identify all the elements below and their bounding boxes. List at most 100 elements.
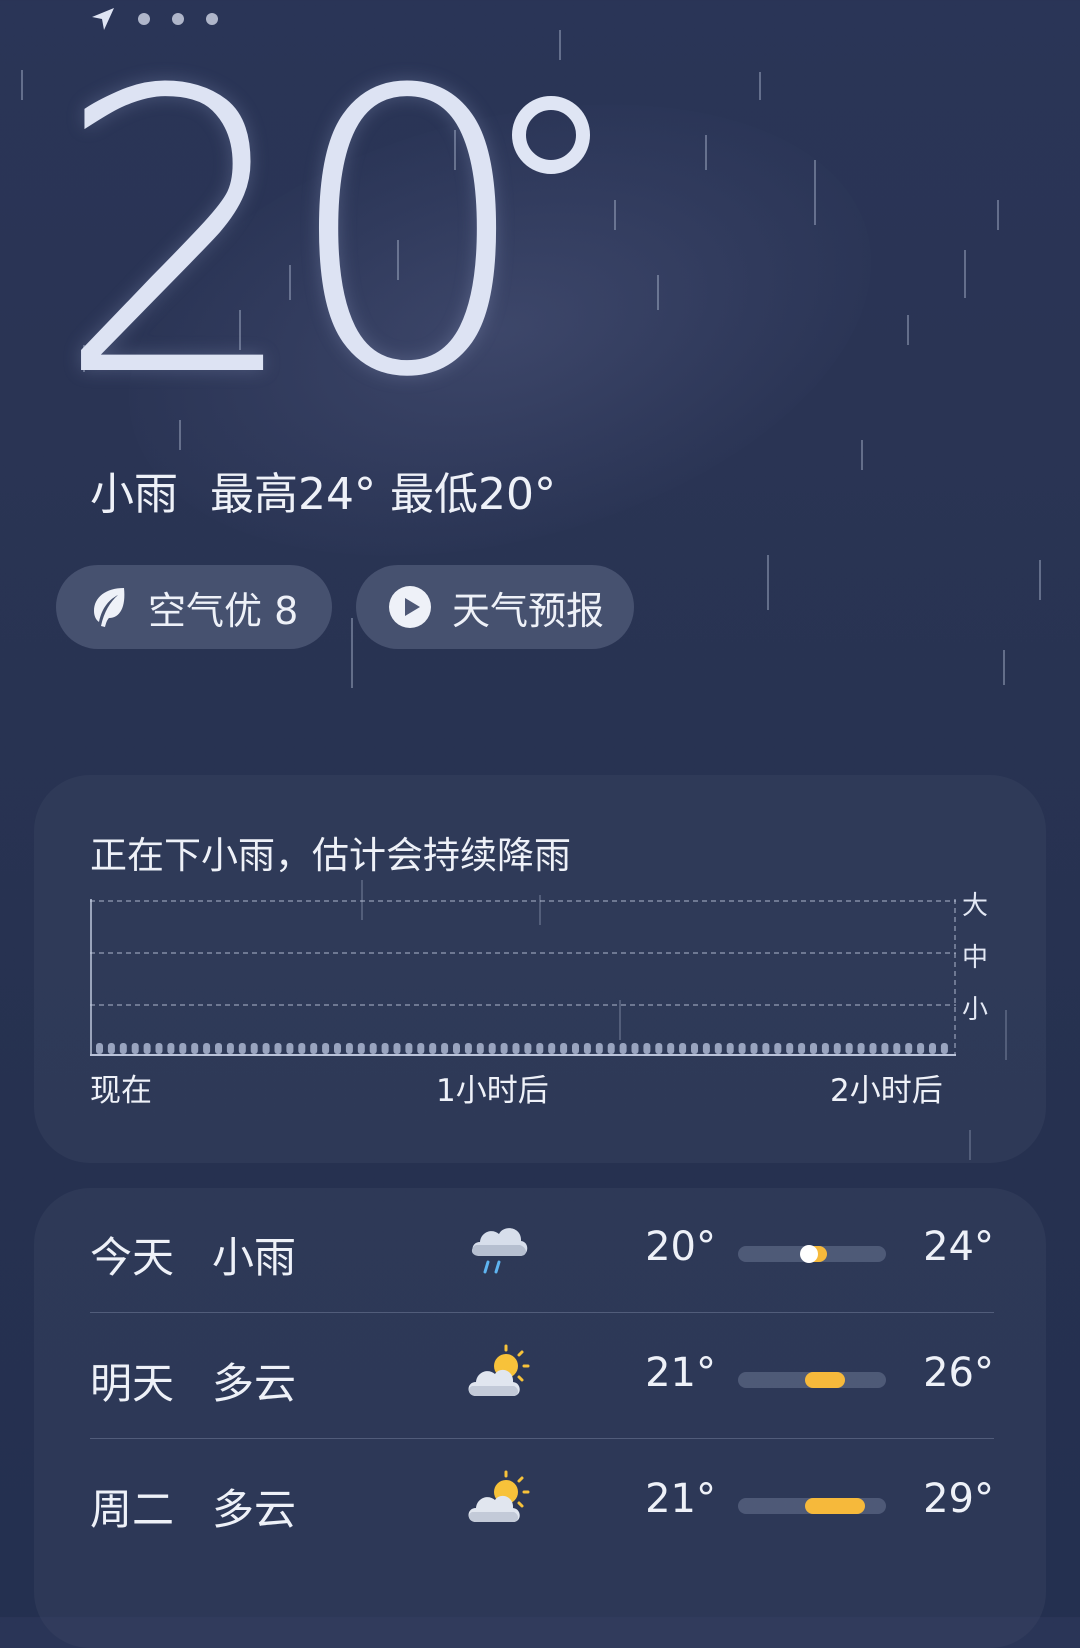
- precipitation-bar: [583, 1043, 591, 1054]
- precipitation-bar: [845, 1043, 853, 1054]
- precipitation-bar: [560, 1043, 568, 1054]
- temperature-range-fill: [804, 1372, 845, 1388]
- precipitation-bar: [476, 1043, 484, 1054]
- air-quality-label: 空气优 8: [148, 588, 299, 633]
- precipitation-bar: [631, 1043, 639, 1054]
- today-high-low: 最高24° 最低20°: [210, 469, 556, 520]
- precipitation-bar: [334, 1043, 341, 1054]
- forecast-day: 明天: [90, 1359, 175, 1408]
- precipitation-bar: [488, 1043, 496, 1054]
- precipitation-bar: [810, 1043, 817, 1054]
- precipitation-bar: [429, 1043, 437, 1054]
- precipitation-bar: [274, 1043, 282, 1054]
- play-icon: [388, 585, 432, 629]
- precipitation-bar: [869, 1043, 877, 1054]
- forecast-day: 周二: [90, 1485, 175, 1534]
- level-moderate: 中: [962, 943, 989, 973]
- forecast-low: 21°: [645, 1476, 716, 1522]
- weather-forecast-chip[interactable]: 天气预报: [356, 565, 634, 649]
- precipitation-bar: [917, 1043, 925, 1054]
- precipitation-chart: [90, 899, 956, 1056]
- precipitation-bar: [857, 1043, 865, 1054]
- precipitation-bar: [929, 1043, 936, 1054]
- forecast-low: 20°: [645, 1224, 716, 1270]
- precipitation-bar: [548, 1043, 556, 1054]
- time-1h: 1小时后: [436, 1073, 549, 1109]
- row-divider: [90, 1438, 994, 1439]
- precipitation-bar: [250, 1043, 258, 1054]
- forecast-low: 21°: [645, 1350, 716, 1396]
- weather-forecast-label: 天气预报: [452, 588, 605, 633]
- precipitation-bar: [393, 1043, 401, 1054]
- forecast-day: 今天: [90, 1233, 175, 1282]
- precipitation-bar: [179, 1043, 187, 1054]
- precipitation-bar: [381, 1043, 389, 1054]
- precipitation-bar: [286, 1043, 294, 1054]
- precipitation-bar: [310, 1043, 318, 1054]
- precipitation-bar: [167, 1043, 175, 1054]
- precipitation-bar: [119, 1043, 127, 1054]
- precipitation-bar: [821, 1043, 829, 1054]
- time-now: 现在: [90, 1073, 152, 1109]
- precipitation-bar: [500, 1043, 508, 1054]
- level-light: 小: [962, 995, 989, 1025]
- precipitation-bar: [905, 1043, 913, 1054]
- time-2h: 2小时后: [830, 1073, 943, 1109]
- precipitation-bar: [726, 1043, 734, 1054]
- precipitation-bar: [155, 1043, 163, 1054]
- precipitation-bar: [322, 1043, 330, 1054]
- precipitation-card: 正在下小雨，估计会持续降雨 大 中 小 现在 1小时后 2小时后: [34, 775, 1046, 1163]
- daily-forecast-card: 今天 小雨 20° 24° 明天 多云 21° 26° 周二 多云 21° 29…: [34, 1188, 1046, 1648]
- precipitation-bar: [464, 1043, 472, 1054]
- precipitation-bar: [762, 1043, 770, 1054]
- precipitation-bar: [453, 1043, 460, 1054]
- precipitation-bar: [881, 1043, 889, 1054]
- precipitation-bar: [215, 1043, 222, 1054]
- forecast-condition: 多云: [212, 1485, 297, 1534]
- precipitation-bar: [203, 1043, 211, 1054]
- air-quality-chip[interactable]: 空气优 8: [56, 565, 332, 649]
- leaf-icon: [88, 585, 128, 629]
- temperature-range-bar: [738, 1498, 886, 1514]
- precipitation-bar: [643, 1043, 651, 1054]
- precipitation-bar: [107, 1043, 115, 1054]
- forecast-row-tomorrow[interactable]: 明天 多云 21° 26°: [90, 1314, 994, 1440]
- temperature-range-fill: [804, 1498, 866, 1514]
- precipitation-bar: [298, 1043, 306, 1054]
- precipitation-bar: [750, 1043, 758, 1054]
- precipitation-bar: [191, 1043, 199, 1054]
- degree-symbol: [512, 96, 590, 174]
- forecast-row-tuesday[interactable]: 周二 多云 21° 29°: [90, 1440, 994, 1566]
- precipitation-bar: [441, 1043, 449, 1054]
- rain-cloud-icon: [471, 1228, 528, 1274]
- forecast-condition: 小雨: [212, 1233, 297, 1282]
- forecast-row-today[interactable]: 今天 小雨 20° 24°: [90, 1188, 994, 1314]
- precipitation-bar: [833, 1043, 841, 1054]
- precipitation-bar: [774, 1043, 782, 1054]
- precipitation-bar: [369, 1043, 377, 1054]
- temperature-range-bar: [738, 1372, 886, 1388]
- forecast-high: 26°: [923, 1350, 994, 1396]
- current-temperature: 20: [54, 8, 532, 462]
- forecast-condition: 多云: [212, 1359, 297, 1408]
- today-summary: 小雨 最高24° 最低20°: [90, 458, 556, 522]
- current-condition: 小雨: [90, 469, 178, 520]
- precipitation-title: 正在下小雨，估计会持续降雨: [90, 834, 571, 877]
- precipitation-bar: [667, 1043, 675, 1054]
- row-divider: [90, 1312, 994, 1313]
- precipitation-bar: [940, 1043, 948, 1054]
- precipitation-bar: [357, 1043, 365, 1054]
- precipitation-bar: [96, 1043, 103, 1054]
- forecast-high: 29°: [923, 1476, 994, 1522]
- precipitation-bar: [702, 1043, 710, 1054]
- precipitation-bar: [143, 1043, 151, 1054]
- precipitation-bar: [714, 1043, 722, 1054]
- precipitation-bar: [405, 1043, 413, 1054]
- precipitation-bar: [619, 1043, 627, 1054]
- precipitation-bar: [893, 1043, 901, 1054]
- precipitation-bar: [572, 1043, 579, 1054]
- precipitation-bar: [679, 1043, 687, 1054]
- level-heavy: 大: [962, 891, 989, 921]
- precipitation-bar: [262, 1043, 270, 1054]
- precipitation-bar: [655, 1043, 663, 1054]
